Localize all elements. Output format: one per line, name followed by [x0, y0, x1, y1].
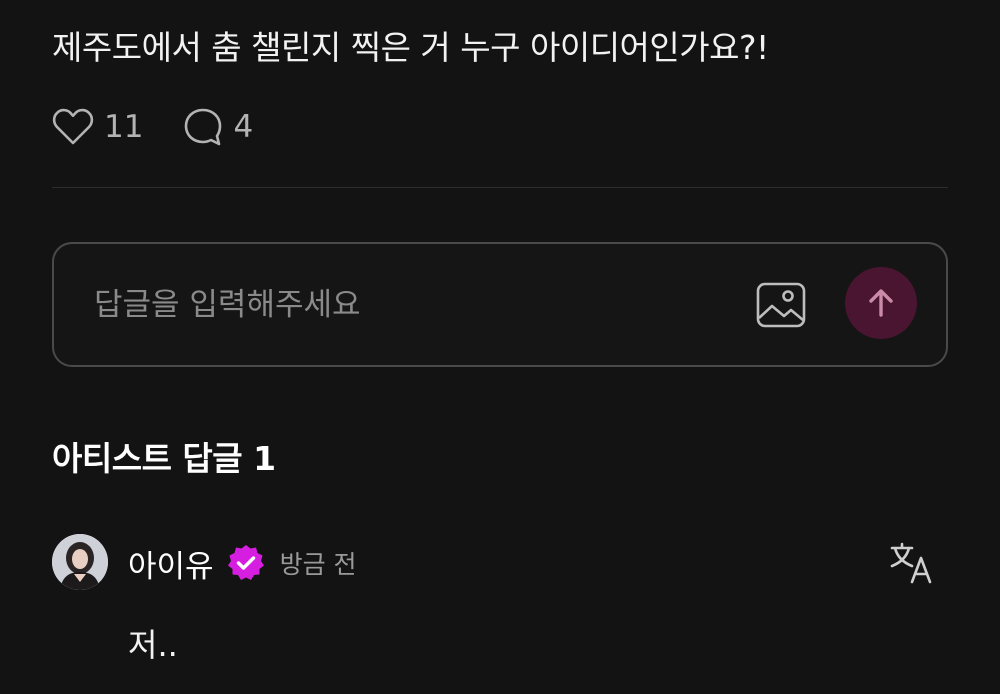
- like-count: 11: [104, 109, 144, 145]
- author-row: 아이유 방금 전: [128, 539, 357, 587]
- reply-input[interactable]: [94, 282, 714, 328]
- artist-replies-title: 아티스트 답글 1: [52, 439, 276, 478]
- image-icon: [756, 282, 806, 328]
- reply-text: 저..: [128, 626, 178, 664]
- reply-box: [52, 242, 948, 367]
- post-stats: 11 4: [52, 106, 293, 148]
- divider: [52, 187, 948, 188]
- send-button[interactable]: [845, 267, 917, 339]
- speech-bubble-icon: [185, 108, 222, 146]
- translate-icon: [890, 542, 932, 584]
- verified-badge-icon: [227, 545, 264, 580]
- avatar[interactable]: [52, 534, 108, 590]
- translate-button[interactable]: [888, 540, 934, 586]
- heart-outline-icon: [52, 108, 94, 145]
- arrow-up-icon: [869, 289, 893, 317]
- comment-count: 4: [233, 109, 254, 145]
- reply-time: 방금 전: [279, 550, 357, 579]
- comment-button[interactable]: 4: [183, 107, 253, 147]
- post-text: 제주도에서 춤 챌린지 찍은 거 누구 아이디어인가요?!: [52, 28, 769, 67]
- author-name[interactable]: 아이유: [128, 541, 214, 586]
- attach-image-button[interactable]: [754, 278, 808, 332]
- artist-reply: 아이유 방금 전 저..: [52, 534, 948, 684]
- like-button[interactable]: 11: [52, 108, 143, 146]
